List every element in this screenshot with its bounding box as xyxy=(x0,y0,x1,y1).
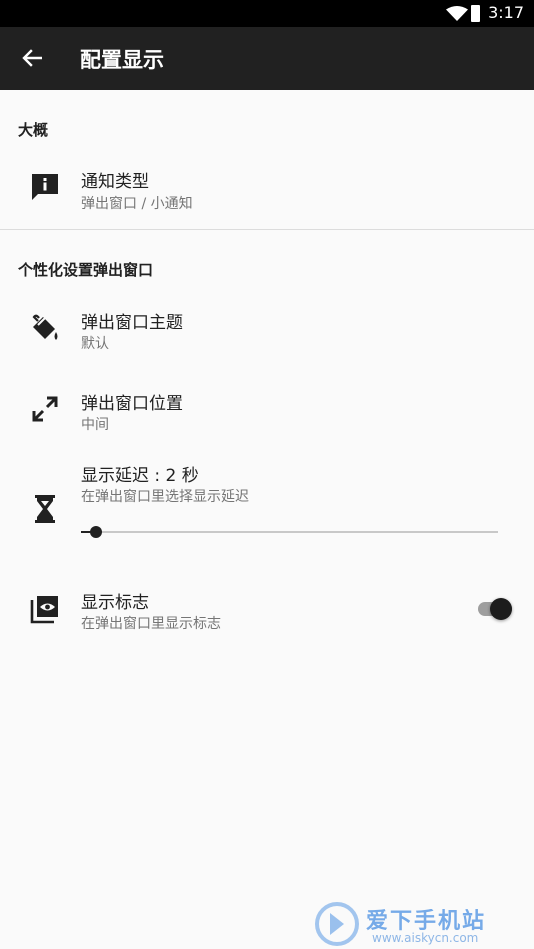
pref-title: 显示延迟 : 2 秒 xyxy=(81,466,199,486)
pref-summary: 弹出窗口 / 小通知 xyxy=(81,196,193,212)
pref-popup-position[interactable]: 弹出窗口位置 中间 xyxy=(0,374,534,450)
delay-slider-thumb[interactable] xyxy=(89,526,102,538)
pref-popup-theme[interactable]: 弹出窗口主题 默认 xyxy=(0,292,534,368)
pref-summary: 默认 xyxy=(81,336,109,352)
pref-title: 通知类型 xyxy=(81,172,149,192)
hourglass-icon xyxy=(28,492,62,526)
pref-notification-type[interactable]: 通知类型 弹出窗口 / 小通知 xyxy=(0,150,534,226)
pref-title: 弹出窗口位置 xyxy=(81,394,183,414)
status-time: 3:17 xyxy=(488,3,524,22)
show-logo-toggle-thumb[interactable] xyxy=(490,598,512,620)
back-arrow-icon xyxy=(22,49,42,67)
pref-title: 显示标志 xyxy=(81,593,149,613)
page-title: 配置显示 xyxy=(80,48,164,72)
section-header-custom: 个性化设置弹出窗口 xyxy=(18,261,154,279)
info-message-icon xyxy=(28,169,62,203)
battery-icon xyxy=(471,5,480,22)
app-bar: 配置显示 xyxy=(0,27,534,90)
watermark-url: www.aiskycn.com xyxy=(372,931,479,945)
pref-show-logo[interactable]: 显示标志 在弹出窗口里显示标志 xyxy=(0,572,534,648)
status-bar: 3:17 xyxy=(0,0,534,27)
pref-title: 弹出窗口主题 xyxy=(81,313,183,333)
expand-arrows-icon xyxy=(28,392,62,426)
pref-summary: 在弹出窗口里显示标志 xyxy=(81,616,221,632)
watermark-logo-icon xyxy=(315,902,359,946)
wifi-icon xyxy=(446,6,468,21)
watermark: 爱下手机站 www.aiskycn.com xyxy=(312,899,534,949)
pref-summary: 在弹出窗口里选择显示延迟 xyxy=(81,489,249,505)
back-button[interactable] xyxy=(10,35,54,81)
paint-bucket-icon xyxy=(28,311,62,345)
delay-slider-track[interactable] xyxy=(81,531,498,533)
pref-summary: 中间 xyxy=(81,417,109,433)
eye-layers-icon xyxy=(28,592,62,626)
pref-display-delay: 显示延迟 : 2 秒 在弹出窗口里选择显示延迟 xyxy=(0,455,534,555)
section-divider xyxy=(0,229,534,230)
section-header-general: 大概 xyxy=(18,121,49,139)
